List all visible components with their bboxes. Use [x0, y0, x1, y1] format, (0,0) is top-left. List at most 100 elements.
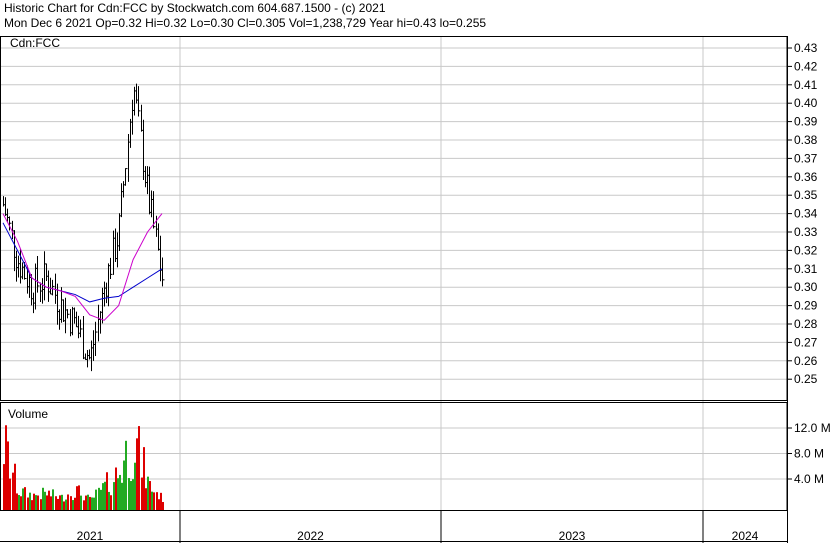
volume-bar	[3, 464, 5, 510]
volume-bar	[158, 499, 160, 510]
volume-bar	[44, 491, 46, 510]
volume-bar	[5, 425, 7, 510]
volume-bar	[65, 499, 67, 510]
volume-bar	[18, 495, 20, 510]
volume-bar	[134, 462, 136, 510]
price-tick-label: 0.35	[794, 188, 818, 202]
volume-bar	[138, 426, 140, 510]
volume-bar	[91, 497, 93, 510]
stock-chart-svg: 0.25 0.26 0.27 0.28 0.29 0.30 0.31 0.32 0.33 0.34…	[0, 1, 830, 543]
volume-bar	[141, 477, 143, 510]
volume-bar	[33, 493, 35, 510]
moving-average-long-line	[2, 213, 163, 321]
year-label: 2022	[297, 529, 324, 543]
volume-bar	[67, 494, 69, 510]
volume-bar	[7, 441, 9, 510]
price-tick-label: 0.33	[794, 225, 818, 239]
volume-bar	[145, 488, 147, 510]
volume-tick-label: 8.0 M	[794, 447, 824, 461]
volume-bar	[63, 501, 65, 510]
volume-bar	[128, 478, 130, 510]
volume-label: Volume	[8, 407, 48, 421]
volume-bar	[89, 496, 91, 510]
volume-bar	[110, 495, 112, 510]
volume-bar	[123, 460, 125, 510]
volume-bar	[119, 474, 121, 510]
volume-bar	[24, 487, 26, 510]
volume-bar	[130, 481, 132, 510]
volume-bar	[22, 488, 24, 510]
volume-bar	[31, 500, 33, 510]
volume-bar	[50, 496, 52, 510]
volume-bar	[93, 497, 95, 510]
price-tick-label: 0.30	[794, 280, 818, 294]
volume-bar	[132, 479, 134, 510]
volume-bar	[160, 492, 162, 510]
volume-bar	[59, 495, 61, 510]
volume-bar	[153, 492, 155, 510]
price-tick-label: 0.28	[794, 317, 818, 331]
volume-bar	[149, 481, 151, 510]
price-tick-label: 0.25	[794, 372, 818, 386]
price-tick-label: 0.29	[794, 299, 818, 313]
volume-bar	[100, 489, 102, 510]
volume-bar	[143, 447, 145, 510]
volume-bar	[125, 440, 127, 510]
volume-bar	[70, 496, 72, 510]
volume-bar	[156, 492, 158, 510]
volume-bar	[115, 467, 117, 510]
volume-bar	[80, 495, 82, 510]
volume-bar	[102, 483, 104, 510]
volume-bar	[55, 496, 57, 510]
volume-bar	[20, 496, 22, 510]
volume-bar	[95, 489, 97, 510]
chart-root: 0.25 0.26 0.27 0.28 0.29 0.30 0.31 0.32 0.33 0.34…	[0, 0, 830, 543]
price-tick-label: 0.36	[794, 170, 818, 184]
volume-bar	[87, 494, 89, 510]
price-tick-label: 0.43	[794, 41, 818, 55]
price-bars	[3, 83, 165, 372]
symbol-label: Cdn:FCC	[10, 36, 60, 50]
volume-bar	[76, 486, 78, 510]
volume-bar	[83, 500, 85, 510]
volume-bar	[12, 472, 14, 510]
moving-average-short-line	[2, 222, 163, 303]
volume-bar	[40, 499, 42, 510]
volume-bar	[16, 493, 18, 510]
volume-bar	[108, 491, 110, 510]
chart-header-line1: Historic Chart for Cdn:FCC by Stockwatch…	[4, 1, 386, 15]
volume-bar	[35, 495, 37, 510]
volume-bar	[106, 472, 108, 510]
volume-bar	[147, 476, 149, 510]
volume-tick-label: 4.0 M	[794, 472, 824, 486]
price-tick-label: 0.31	[794, 262, 818, 276]
volume-bar	[9, 478, 11, 510]
volume-bar	[98, 487, 100, 510]
volume-bar	[48, 490, 50, 510]
price-tick-label: 0.41	[794, 78, 818, 92]
volume-bar	[136, 438, 138, 510]
volume-bar	[27, 497, 29, 510]
volume-bar	[14, 463, 16, 510]
volume-tick-label: 12.0 M	[794, 421, 830, 435]
volume-bars	[3, 425, 164, 510]
volume-bar	[52, 489, 54, 510]
price-tick-label: 0.38	[794, 133, 818, 147]
year-label: 2024	[732, 529, 759, 543]
volume-bar	[37, 495, 39, 510]
volume-bar	[61, 494, 63, 510]
volume-bar	[72, 500, 74, 510]
volume-bar	[104, 481, 106, 510]
price-pane-frame	[0, 36, 788, 401]
price-tick-label: 0.40	[794, 96, 818, 110]
volume-bar	[29, 492, 31, 510]
price-tick-label: 0.34	[794, 207, 818, 221]
volume-bar	[151, 491, 153, 510]
price-tick-label: 0.37	[794, 151, 818, 165]
chart-header-line2: Mon Dec 6 2021 Op=0.32 Hi=0.32 Lo=0.30 C…	[4, 16, 486, 30]
price-tick-label: 0.42	[794, 59, 818, 73]
volume-bar	[113, 482, 115, 510]
volume-bar	[46, 495, 48, 510]
year-label: 2023	[559, 529, 586, 543]
volume-bar	[74, 497, 76, 510]
